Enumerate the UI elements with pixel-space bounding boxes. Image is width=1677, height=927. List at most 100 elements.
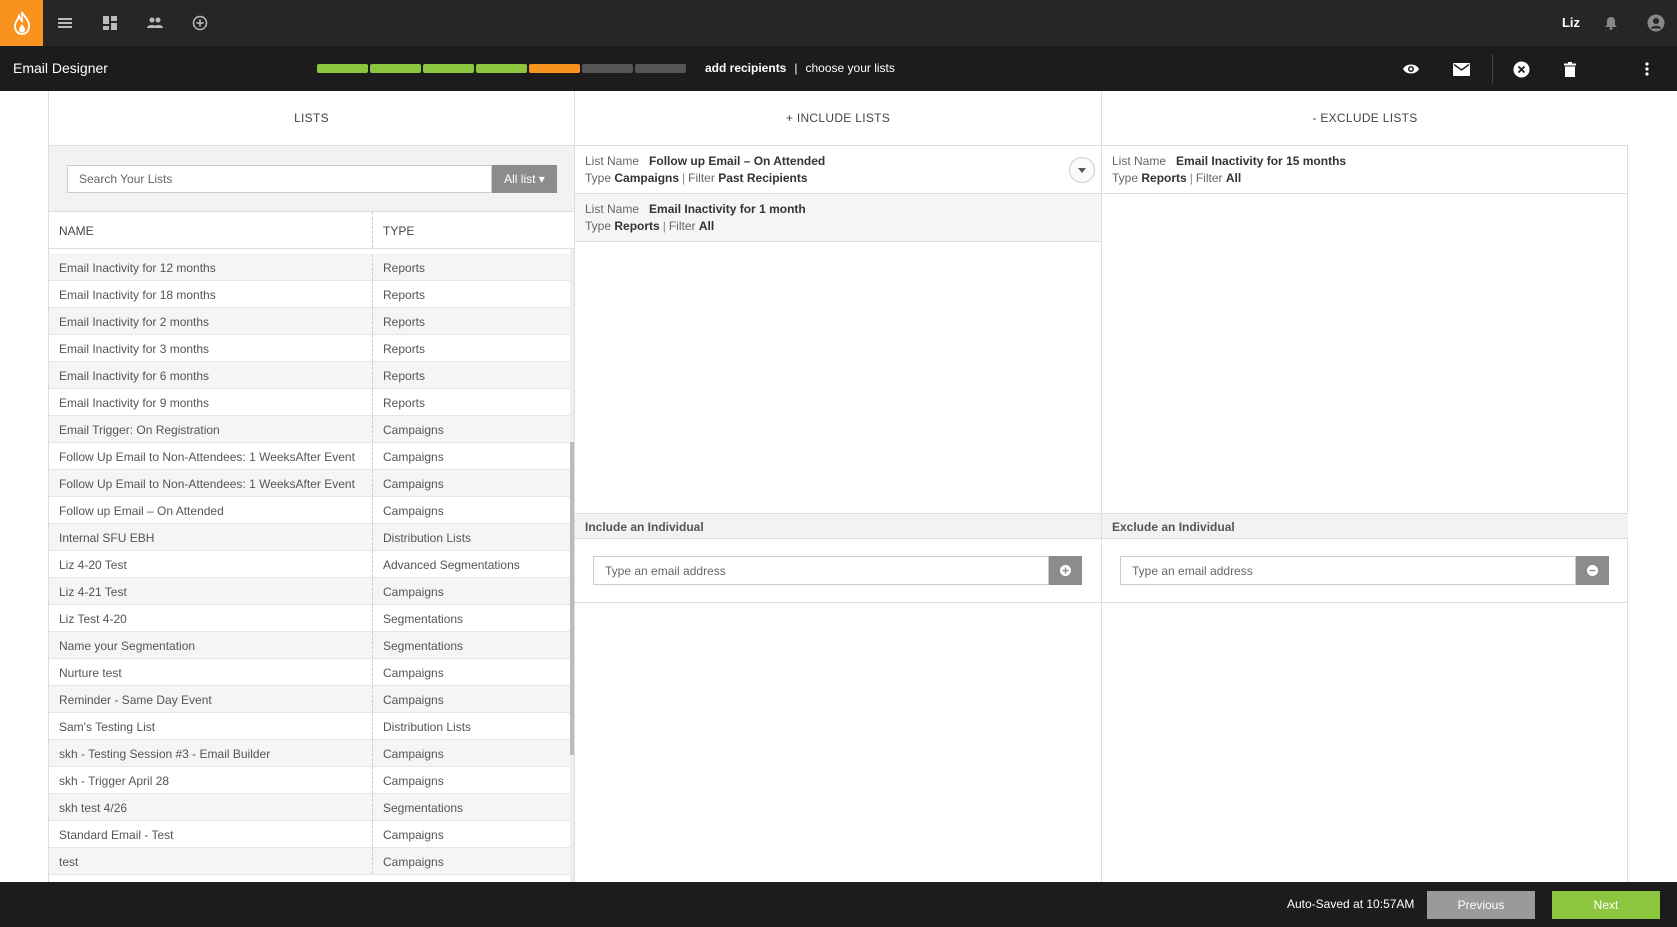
list-name-cell: Follow Up Email to Non-Attendees: 1 Week… [49,443,373,469]
list-filter-label: Filter [668,219,696,233]
page-title: Email Designer [13,60,108,76]
list-filter: All [1225,171,1242,185]
list-name-label: List Name [1112,154,1167,168]
list-type-cell: Campaigns [383,774,444,788]
included-list-item[interactable]: List Name Email Inactivity for 1 month Ty… [575,194,1101,242]
email-envelope-icon[interactable] [1451,59,1471,79]
progress-step[interactable] [317,64,368,73]
list-search-bar: All list ▾ [49,146,574,212]
table-row[interactable]: skh test 4/26 Segmentations [49,794,571,821]
list-name-cell: skh - Trigger April 28 [49,767,373,793]
progress-step[interactable] [370,64,421,73]
table-row[interactable]: Follow Up Email to Non-Attendees: 1 Week… [49,470,571,497]
include-individual-body [575,539,1101,603]
list-type-cell: Campaigns [383,450,444,464]
list-name-cell: Reminder - Same Day Event [49,686,373,712]
table-row[interactable]: Email Inactivity for 6 months Reports [49,362,571,389]
list-type-cell: Campaigns [383,504,444,518]
exclude-email-input[interactable] [1120,556,1576,585]
list-type-cell: Segmentations [383,801,464,815]
list-name: Follow up Email – On Attended [649,154,826,168]
search-lists-input[interactable] [67,165,492,193]
next-button[interactable]: Next [1552,891,1660,919]
table-row[interactable]: test Campaigns [49,848,571,875]
list-type-cell: Campaigns [383,747,444,761]
table-row[interactable]: Name your Segmentation Segmentations [49,632,571,659]
table-row[interactable]: Internal SFU EBH Distribution Lists [49,524,571,551]
chevron-down-icon[interactable] [1069,157,1095,183]
item-separator: | [682,171,686,185]
dashboard-icon[interactable] [100,13,120,33]
table-row[interactable]: Email Inactivity for 18 months Reports [49,281,571,308]
lists-table-header: NAME TYPE [49,212,574,249]
table-row[interactable]: skh - Testing Session #3 - Email Builder… [49,740,571,767]
excluded-list-item[interactable]: List Name Email Inactivity for 15 months … [1102,146,1628,194]
table-row[interactable]: Email Inactivity for 9 months Reports [49,389,571,416]
table-row[interactable]: skh - Trigger April 28 Campaigns [49,767,571,794]
lists-scrollbar[interactable] [570,249,574,882]
bell-icon[interactable] [1601,13,1621,33]
table-row[interactable]: Sam's Testing List Distribution Lists [49,713,571,740]
table-row[interactable]: Liz Test 4-20 Segmentations [49,605,571,632]
lists-table-rows: Email Inactivity for 12 months Reports Ema… [49,254,571,875]
list-type-cell: Campaigns [383,693,444,707]
table-row[interactable]: Nurture test Campaigns [49,659,571,686]
table-row[interactable]: Liz 4-20 Test Advanced Segmentations [49,551,571,578]
list-filter-dropdown[interactable]: All list ▾ [492,165,557,193]
table-row[interactable]: Email Inactivity for 3 months Reports [49,335,571,362]
autosave-status: Auto-Saved at 10:57AM [1287,897,1415,911]
list-type-cell: Reports [383,315,426,329]
list-name-cell: Sam's Testing List [49,713,373,739]
preview-eye-icon[interactable] [1401,59,1421,79]
list-name-label: List Name [585,202,640,216]
table-row[interactable]: Follow up Email – On Attended Campaigns [49,497,571,524]
progress-step[interactable] [476,64,527,73]
list-type-cell: Reports [383,396,426,410]
table-row[interactable]: Reminder - Same Day Event Campaigns [49,686,571,713]
progress-step[interactable] [635,64,686,73]
progress-step[interactable] [423,64,474,73]
included-list-item[interactable]: List Name Follow up Email – On Attended T… [575,146,1101,194]
remove-individual-button[interactable] [1576,556,1609,585]
step-separator: | [794,61,798,75]
user-name[interactable]: Liz [1562,15,1580,30]
exclude-individual-label: Exclude an Individual [1102,513,1628,539]
footer-bar: Auto-Saved at 10:57AM Previous Next [0,882,1677,927]
table-row[interactable]: Standard Email - Test Campaigns [49,821,571,848]
list-type-cell: Advanced Segmentations [383,558,520,572]
step-breadcrumb: add recipients | choose your lists [705,61,895,75]
column-header-type[interactable]: TYPE [373,212,424,248]
include-email-input[interactable] [593,556,1049,585]
add-individual-button[interactable] [1049,556,1082,585]
list-type-cell: Campaigns [383,855,444,869]
table-row[interactable]: Liz 4-21 Test Campaigns [49,578,571,605]
list-name-cell: skh test 4/26 [49,794,373,820]
list-filter-label: Filter [688,171,715,185]
trash-icon[interactable] [1560,59,1580,79]
list-type-cell: Campaigns [383,585,444,599]
list-name-cell: Email Inactivity for 18 months [49,281,373,307]
list-name-cell: Nurture test [49,659,373,685]
table-row[interactable]: Email Inactivity for 2 months Reports [49,308,571,335]
add-circle-icon[interactable] [190,13,210,33]
flame-logo-icon[interactable] [0,0,43,46]
lists-table-body: Email Inactivity for 12 months Reports Ema… [49,249,574,882]
list-name-cell: Internal SFU EBH [49,524,373,550]
menu-icon[interactable] [55,13,75,33]
account-icon[interactable] [1646,13,1666,33]
table-row[interactable]: Email Trigger: On Registration Campaigns [49,416,571,443]
exclude-individual-section: Exclude an Individual [1102,513,1628,603]
column-header-name[interactable]: NAME [49,212,373,248]
more-vertical-icon[interactable] [1637,59,1657,79]
list-type-label: Type [1112,171,1139,185]
close-circle-icon[interactable] [1511,59,1531,79]
step-progress-bar [317,64,686,73]
lists-column: LISTS All list ▾ NAME TYPE Email Inactiv… [49,91,575,882]
table-row[interactable]: Follow Up Email to Non-Attendees: 1 Week… [49,443,571,470]
previous-button[interactable]: Previous [1427,891,1535,919]
progress-step-current[interactable] [529,64,580,73]
lists-scroll-thumb[interactable] [570,442,574,755]
people-icon[interactable] [145,13,165,33]
progress-step[interactable] [582,64,633,73]
table-row[interactable]: Email Inactivity for 12 months Reports [49,254,571,281]
